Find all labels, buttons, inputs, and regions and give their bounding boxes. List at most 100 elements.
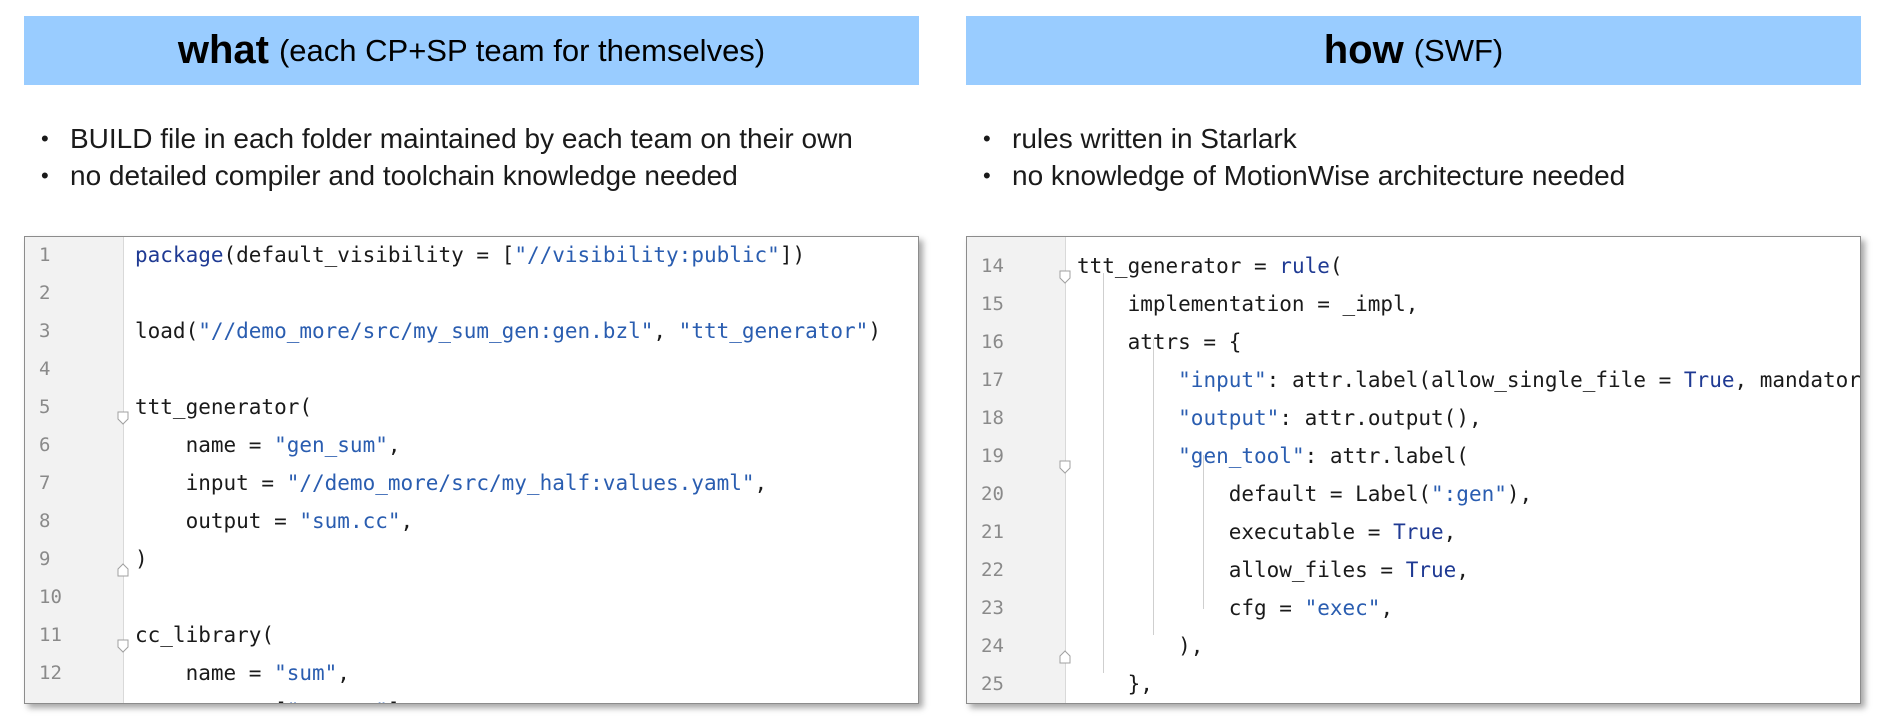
code-token: ) [868,319,881,343]
code-line[interactable]: 17 "input": attr.label(allow_single_file… [967,361,1860,399]
line-number: 13 [981,237,1021,247]
string-token: "exec" [1304,596,1381,620]
fold-collapse-icon[interactable] [117,627,129,653]
fold-collapse-icon[interactable] [117,399,129,425]
code-area[interactable]: 1314ttt_generator = rule(15 implementati… [967,237,1860,703]
code-line[interactable]: 4 [25,350,918,388]
line-number: 8 [39,510,51,532]
code-text: [" "] [135,692,401,703]
string-token: "input" [1178,368,1267,392]
line-number: 15 [981,293,1004,315]
code-token: cc_library( [135,623,275,647]
code-token: allow_files = [1077,558,1406,582]
code-area[interactable]: 1 package(default_visibility = ["//visibi… [25,237,918,703]
fold-end-icon[interactable] [1059,638,1071,664]
code-text: package(default_visibility = ["//visibil… [135,237,805,274]
code-text: "input": attr.label(allow_single_file = … [1077,361,1860,399]
code-text: ttt_generator = rule( [1077,247,1343,285]
code-line[interactable]: 16 attrs = { [967,323,1860,361]
code-text: load("//demo_more/src/my_sum_gen:gen.bzl… [135,312,881,350]
code-token: : attr.label(allow_single_file = [1266,368,1684,392]
code-line[interactable]: 5 ttt_generator( [25,388,918,426]
string-token: "//demo_more/src/my_half:values.yaml" [286,471,755,495]
code-line[interactable]: 9) [25,540,918,578]
code-token: output = [135,509,300,533]
line-number: 2 [39,282,51,304]
code-line[interactable]: 12 name = "sum", [25,654,918,692]
bullet-item: • BUILD file in each folder maintained by… [38,120,853,157]
code-line[interactable]: 1 package(default_visibility = ["//visibi… [25,237,918,274]
line-number: 5 [39,396,51,418]
bullet-dot: • [41,163,49,188]
fold-collapse-icon[interactable] [1059,258,1071,284]
code-line[interactable]: 14 ttt_generator = rule( [967,247,1860,285]
code-token: attrs = { [1077,330,1242,354]
fold-collapse-icon[interactable] [1059,448,1071,474]
code-line[interactable]: 7 input = "//demo_more/src/my_half:value… [25,464,918,502]
code-text: input = "//demo_more/src/my_half:values.… [135,464,768,502]
build-file-editor[interactable]: 1 package(default_visibility = ["//visibi… [24,236,919,704]
code-token: , [1380,596,1394,620]
code-token: ttt_generator( [135,395,313,419]
header-subtitle: (each CP+SP team for themselves) [278,32,766,68]
code-token: , [387,433,401,457]
code-line[interactable]: 15 implementation = _impl, [967,285,1860,323]
code-line[interactable]: 19 "gen_tool": attr.label( [967,437,1860,475]
code-text: executable = True, [1077,513,1457,551]
fold-end-icon[interactable] [117,551,129,577]
code-line[interactable]: 23 cfg = "exec", [967,589,1860,627]
line-number: 16 [981,331,1004,353]
line-number: 9 [39,548,51,570]
code-line[interactable]: 8 output = "sum.cc", [25,502,918,540]
bullet-dot: • [983,163,991,188]
line-number: 25 [981,673,1004,695]
line-number: 10 [39,586,62,608]
bullet-text: no knowledge of MotionWise architecture … [1012,160,1626,191]
code-line[interactable]: 10 [25,578,918,616]
line-number: 6 [39,434,51,456]
code-line[interactable]: 11 cc_library( [25,616,918,654]
code-token: cfg = [1077,596,1305,620]
code-line[interactable]: 24 ), [967,627,1860,665]
code-text: name = "gen_sum", [135,426,401,464]
line-number: 21 [981,521,1004,543]
starlark-rule-editor[interactable]: 1314ttt_generator = rule(15 implementati… [966,236,1861,704]
indent-guide [1153,339,1154,635]
line-number: 20 [981,483,1004,505]
code-line[interactable]: 22 allow_files = True, [967,551,1860,589]
header-title: what [177,28,269,72]
indent-guide [1103,273,1104,673]
bullet-item: • rules written in Starlark [980,120,1625,157]
code-line[interactable]: 25 }, [967,665,1860,703]
code-line[interactable]: 6 name = "gen_sum", [25,426,918,464]
indent-guide [1203,455,1204,609]
code-token: name = [135,661,275,685]
bullet-item: • no knowledge of MotionWise architecture… [980,157,1625,194]
string-token: "sum" [274,661,338,685]
code-token: , [653,319,679,343]
code-token: name = [135,433,275,457]
code-text: name = "sum", [135,654,350,692]
code-line[interactable]: 2 [25,274,918,312]
what-bullets: • BUILD file in each folder maintained by… [38,120,853,194]
string-token: "gen_tool" [1178,444,1305,468]
code-token: ), [1506,482,1533,506]
code-line[interactable]: [" "] [25,692,918,703]
code-token: , [754,471,768,495]
line-number: 24 [981,635,1004,657]
code-token: ] [388,699,401,703]
line-number: 7 [39,472,51,494]
code-line[interactable]: 3 load("//demo_more/src/my_sum_gen:gen.bz… [25,312,918,350]
code-line[interactable]: 20 default = Label(":gen"), [967,475,1860,513]
how-bullets: • rules written in Starlark • no knowledge… [980,120,1625,194]
code-line[interactable]: 18 "output": attr.output(), [967,399,1860,437]
string-token: "ttt_generator" [678,319,869,343]
code-line[interactable]: 21 executable = True, [967,513,1860,551]
code-token: executable = [1077,520,1394,544]
code-token: , [337,661,350,685]
code-line[interactable]: 13 [967,237,1860,247]
line-number: 12 [39,662,62,684]
keyword-token: package [135,243,224,267]
keyword-token: True [1393,520,1444,544]
